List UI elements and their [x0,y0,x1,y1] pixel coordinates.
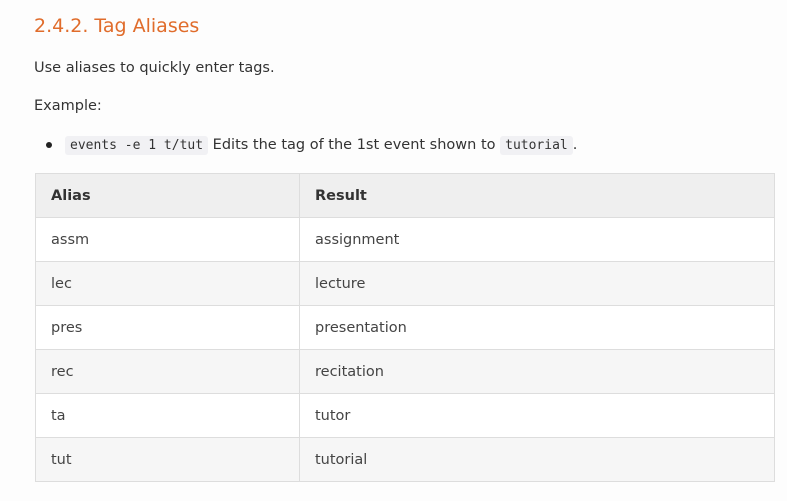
list-item: events -e 1 t/tut Edits the tag of the 1… [34,133,577,158]
alias-cell: ta [35,393,300,438]
alias-cell: lec [35,261,300,306]
table-row: rec recitation [35,349,775,394]
alias-table: Alias Result assm assignment lec lecture… [35,173,775,482]
result-cell: assignment [299,217,775,262]
table-header-row: Alias Result [35,173,775,218]
table-row: assm assignment [35,217,775,262]
intro-paragraph: Use aliases to quickly enter tags. [34,60,275,76]
example-list: events -e 1 t/tut Edits the tag of the 1… [34,133,577,158]
alias-cell: assm [35,217,300,262]
alias-cell: pres [35,305,300,350]
table-row: lec lecture [35,261,775,306]
tag-code: tutorial [500,136,573,155]
example-label: Example: [34,98,102,114]
result-cell: tutor [299,393,775,438]
result-cell: presentation [299,305,775,350]
table-row: tut tutorial [35,437,775,482]
alias-cell: tut [35,437,300,482]
result-cell: lecture [299,261,775,306]
bullet-icon [46,142,52,148]
example-tail: . [572,137,578,153]
header-alias: Alias [35,173,300,218]
command-code: events -e 1 t/tut [65,136,209,155]
alias-cell: rec [35,349,300,394]
example-description: Edits the tag of the 1st event shown to [208,137,501,153]
section-heading: 2.4.2. Tag Aliases [34,15,200,37]
result-cell: recitation [299,349,775,394]
result-cell: tutorial [299,437,775,482]
header-result: Result [299,173,775,218]
table-row: ta tutor [35,393,775,438]
table-row: pres presentation [35,305,775,350]
